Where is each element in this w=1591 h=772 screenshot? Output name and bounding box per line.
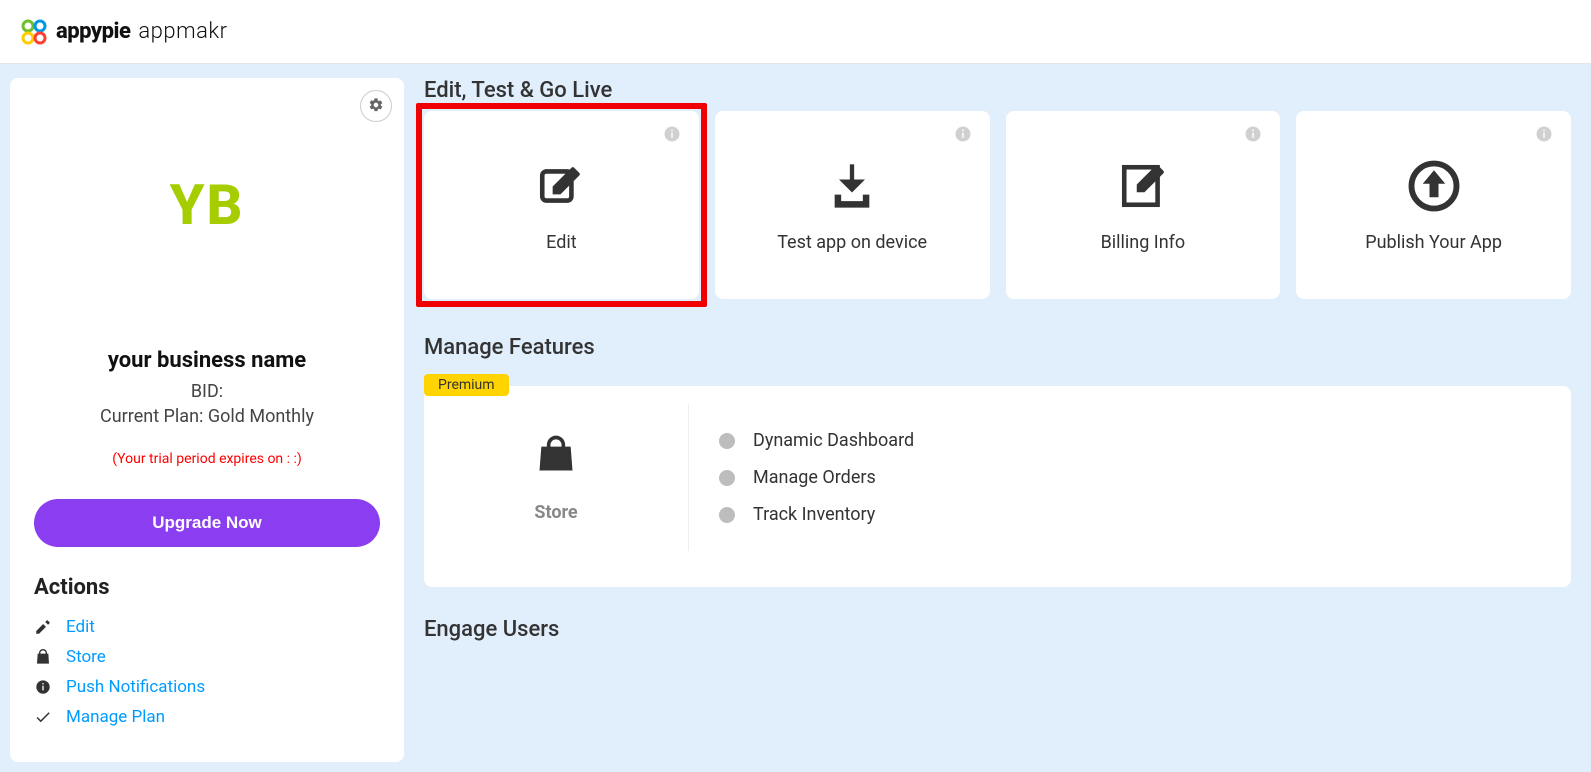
feature-item[interactable]: Dynamic Dashboard xyxy=(719,422,1541,459)
info-icon[interactable] xyxy=(663,125,681,143)
logo-mark-icon xyxy=(20,18,48,46)
engage-section-title: Engage Users xyxy=(424,617,1571,642)
card-publish[interactable]: Publish Your App xyxy=(1296,111,1571,299)
card-edit[interactable]: Edit xyxy=(424,111,699,299)
main-content: Edit, Test & Go Live Edit xyxy=(414,68,1591,772)
bullet-icon xyxy=(719,470,735,486)
action-item-plan[interactable]: Manage Plan xyxy=(34,702,380,732)
card-label: Test app on device xyxy=(777,232,927,253)
brand-name: appypie xyxy=(56,19,130,44)
info-icon[interactable] xyxy=(1244,125,1262,143)
settings-button[interactable] xyxy=(360,90,392,122)
action-link[interactable]: Store xyxy=(66,647,106,667)
action-link[interactable]: Edit xyxy=(66,617,95,637)
card-label: Publish Your App xyxy=(1365,232,1502,253)
app-logo: YB xyxy=(34,172,380,238)
sidebar: YB your business name BID: Current Plan:… xyxy=(10,78,404,762)
actions-title: Actions xyxy=(34,575,380,600)
shopbag-icon xyxy=(534,432,578,480)
edit-icon xyxy=(34,618,52,636)
trial-text: (Your trial period expires on : :) xyxy=(34,451,380,467)
features-panel: Premium Store Dynamic Dashboard Manage O… xyxy=(424,386,1571,587)
feature-store[interactable]: Store xyxy=(424,404,689,551)
bullet-icon xyxy=(719,433,735,449)
action-link[interactable]: Push Notifications xyxy=(66,677,205,697)
feature-item-label: Track Inventory xyxy=(753,504,875,525)
download-icon xyxy=(824,158,880,214)
edit-section-title: Edit, Test & Go Live xyxy=(424,78,1571,103)
app-name: your business name xyxy=(34,348,380,373)
brand-logo[interactable]: appypie appmakr xyxy=(20,18,228,46)
card-test[interactable]: Test app on device xyxy=(715,111,990,299)
features-section-title: Manage Features xyxy=(424,335,1571,360)
info-icon[interactable] xyxy=(954,125,972,143)
topbar: appypie appmakr xyxy=(0,0,1591,64)
bid-label: BID: xyxy=(34,381,380,402)
edit-icon xyxy=(533,158,589,214)
check-icon xyxy=(34,708,52,726)
action-item-store[interactable]: Store xyxy=(34,642,380,672)
plan-text: Current Plan: Gold Monthly xyxy=(34,406,380,427)
info-icon xyxy=(34,678,52,696)
action-item-edit[interactable]: Edit xyxy=(34,612,380,642)
upload-circle-icon xyxy=(1406,158,1462,214)
feature-name: Store xyxy=(534,502,577,523)
feature-item[interactable]: Track Inventory xyxy=(719,496,1541,533)
premium-badge: Premium xyxy=(424,374,509,396)
gear-icon xyxy=(368,97,384,116)
feature-item-label: Dynamic Dashboard xyxy=(753,430,914,451)
info-icon[interactable] xyxy=(1535,125,1553,143)
card-label: Billing Info xyxy=(1101,232,1186,253)
feature-item-label: Manage Orders xyxy=(753,467,876,488)
note-edit-icon xyxy=(1115,158,1171,214)
feature-item[interactable]: Manage Orders xyxy=(719,459,1541,496)
action-item-push[interactable]: Push Notifications xyxy=(34,672,380,702)
brand-sub: appmakr xyxy=(138,19,227,44)
action-link[interactable]: Manage Plan xyxy=(66,707,165,727)
card-label: Edit xyxy=(546,232,576,253)
card-billing[interactable]: Billing Info xyxy=(1006,111,1281,299)
bag-icon xyxy=(34,648,52,666)
bullet-icon xyxy=(719,507,735,523)
upgrade-button[interactable]: Upgrade Now xyxy=(34,499,380,547)
